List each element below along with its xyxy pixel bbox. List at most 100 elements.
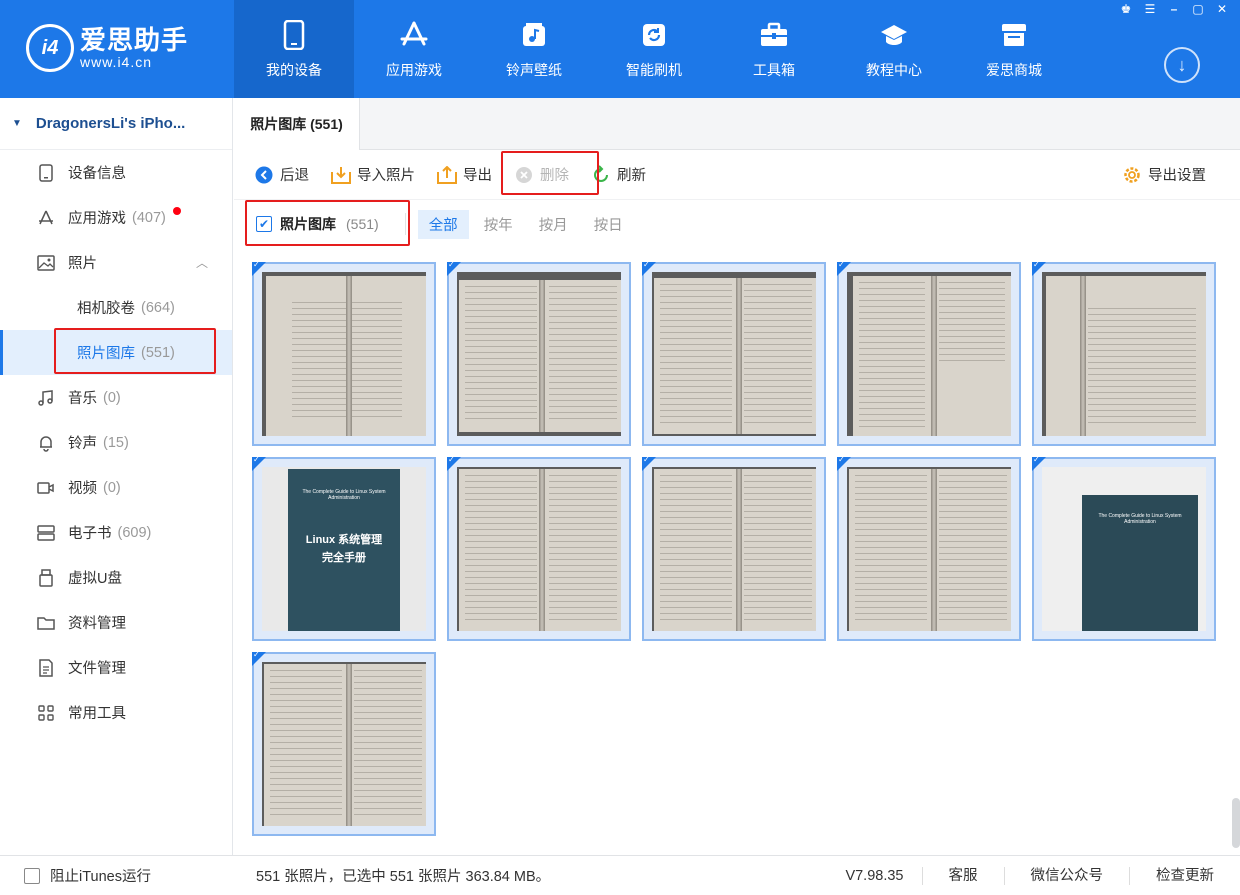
photo-thumbnail[interactable]: [447, 260, 631, 446]
graduation-cap-icon: [877, 18, 911, 52]
photo-thumbnail[interactable]: [447, 455, 631, 641]
status-bar: 阻止iTunes运行 551 张照片，已选中 551 张照片 363.84 MB…: [0, 855, 1240, 895]
filter-tab-all[interactable]: 全部: [417, 209, 469, 239]
nav-my-device[interactable]: 我的设备: [234, 0, 354, 98]
export-button[interactable]: 导出: [437, 164, 492, 185]
skin-icon[interactable]: ♚: [1118, 2, 1134, 16]
sidebar-item-camera-roll[interactable]: 相机胶卷 (664): [0, 285, 232, 330]
sidebar-item-data-management[interactable]: 资料管理: [0, 600, 232, 645]
back-label: 后退: [280, 168, 309, 184]
bell-icon: [36, 433, 56, 453]
sidebar-item-ebooks[interactable]: 电子书 (609): [0, 510, 232, 555]
sidebar-item-file-management[interactable]: 文件管理: [0, 645, 232, 690]
book-cn-title-1: Linux 系统管理: [305, 534, 383, 546]
sidebar-item-virtual-u-disk[interactable]: 虚拟U盘: [0, 555, 232, 600]
photo-thumbnail[interactable]: [252, 650, 436, 836]
nav-shop[interactable]: 爱思商城: [954, 0, 1074, 98]
logo-name: 爱思助手: [80, 25, 189, 55]
nav-smart-flash[interactable]: 智能刷机: [594, 0, 714, 98]
window-controls: ♚ ☰ – ▢ ✕: [1118, 2, 1230, 16]
photo-thumbnail[interactable]: [642, 455, 826, 641]
version-label: V7.98.35: [845, 867, 904, 884]
app-header: i4 爱思助手 www.i4.cn 我的设备 应用游戏 铃声壁纸 智能刷机 工具…: [0, 0, 1240, 98]
import-photos-button[interactable]: 导入照片: [331, 164, 415, 185]
block-itunes-label: 阻止iTunes运行: [50, 869, 151, 885]
block-itunes-checkbox[interactable]: [24, 867, 40, 884]
sidebar-item-ringtones[interactable]: 铃声 (15): [0, 420, 232, 465]
filter-tab-by-month[interactable]: 按月: [528, 210, 579, 239]
sidebar-label: 视频: [68, 481, 97, 497]
nav-label: 爱思商城: [986, 62, 1042, 78]
sidebar-item-common-tools[interactable]: 常用工具: [0, 690, 232, 735]
photo-thumbnail[interactable]: [642, 260, 826, 446]
close-icon[interactable]: ✕: [1214, 2, 1230, 16]
filter-tab-by-year[interactable]: 按年: [473, 210, 524, 239]
device-name: DragonersLi's iPho...: [35, 115, 186, 132]
photo-grid: The Complete Guide to Linux System Admin…: [252, 260, 1222, 852]
nav-toolbox[interactable]: 工具箱: [714, 0, 834, 98]
photo-thumbnail[interactable]: [252, 260, 436, 446]
sidebar-item-device-info[interactable]: 设备信息: [0, 150, 232, 195]
album-name: 照片图库: [280, 216, 336, 232]
export-settings-label: 导出设置: [1148, 168, 1206, 184]
book-cn-title-2: 完全手册: [322, 552, 366, 564]
usb-drive-icon: [36, 568, 56, 588]
delete-button[interactable]: 删除: [514, 164, 569, 185]
photo-thumbnail[interactable]: [837, 455, 1021, 641]
device-selector[interactable]: ▼ DragonersLi's iPho...: [0, 98, 232, 150]
nav-apps-games[interactable]: 应用游戏: [354, 0, 474, 98]
sidebar-item-music[interactable]: 音乐 (0): [0, 375, 232, 420]
import-icon: [331, 165, 351, 185]
check-update-link[interactable]: 检查更新: [1129, 866, 1240, 885]
sidebar-item-photos[interactable]: 照片 ︿: [0, 240, 232, 285]
sidebar-item-videos[interactable]: 视频 (0): [0, 465, 232, 510]
sidebar-label: 铃声: [68, 436, 97, 452]
export-settings-button[interactable]: 导出设置: [1122, 164, 1206, 185]
caret-down-icon: ▼: [12, 118, 22, 129]
grid-icon: [36, 703, 56, 723]
nav-tutorial-center[interactable]: 教程中心: [834, 0, 954, 98]
customer-service-link[interactable]: 客服: [921, 866, 1004, 885]
photo-thumbnail[interactable]: The Complete Guide to Linux System Admin…: [1032, 455, 1216, 641]
maximize-icon[interactable]: ▢: [1190, 2, 1206, 16]
scrollbar[interactable]: [1232, 798, 1240, 848]
back-button[interactable]: 后退: [254, 164, 309, 185]
refresh-button[interactable]: 刷新: [591, 164, 646, 185]
photo-thumbnail[interactable]: [837, 260, 1021, 446]
nav-ringtones-wallpapers[interactable]: 铃声壁纸: [474, 0, 594, 98]
toolbar: 后退 导入照片 导出 删除 刷新 导出设置: [234, 150, 1240, 200]
menu-icon[interactable]: ☰: [1142, 2, 1158, 16]
download-icon[interactable]: ↓: [1164, 47, 1200, 83]
select-all-checkbox[interactable]: ✔: [256, 216, 272, 232]
app-store-icon: [397, 18, 431, 52]
music-wallpaper-icon: [517, 18, 551, 52]
sidebar-item-apps[interactable]: 应用游戏 (407): [0, 195, 232, 240]
phone-icon: [277, 18, 311, 52]
wechat-link[interactable]: 微信公众号: [1003, 866, 1130, 885]
photo-thumbnail[interactable]: [1032, 260, 1216, 446]
book-en-title-2: The Complete Guide to Linux System Admin…: [1098, 513, 1182, 525]
video-icon: [36, 478, 56, 498]
sidebar-label: 照片: [68, 256, 97, 272]
sidebar-count: (0): [103, 389, 121, 406]
minimize-icon[interactable]: –: [1166, 2, 1182, 16]
block-itunes-toggle[interactable]: 阻止iTunes运行: [0, 865, 256, 886]
album-count: (551): [346, 216, 379, 232]
photo-thumbnail[interactable]: The Complete Guide to Linux System Admin…: [252, 455, 436, 641]
folder-icon: [36, 613, 56, 633]
book-en-title: The Complete Guide to Linux System Admin…: [302, 489, 386, 501]
sidebar-label: 资料管理: [68, 616, 126, 632]
refresh-label: 刷新: [617, 168, 646, 184]
notification-dot: [173, 207, 181, 215]
main-nav: 我的设备 应用游戏 铃声壁纸 智能刷机 工具箱 教程中心 爱思商城: [234, 0, 1074, 98]
sidebar: ▼ DragonersLi's iPho... 设备信息 应用游戏 (407) …: [0, 98, 233, 855]
tab-bar: 照片图库 (551): [234, 98, 1240, 150]
nav-label: 我的设备: [266, 62, 322, 78]
sidebar-item-photo-library[interactable]: 照片图库 (551): [0, 330, 232, 375]
tab-photo-library[interactable]: 照片图库 (551): [234, 98, 360, 150]
i4-logo-icon: i4: [26, 24, 74, 72]
chevron-up-icon: ︿: [196, 256, 209, 270]
apps-icon: [36, 208, 56, 228]
flash-icon: [637, 18, 671, 52]
filter-tab-by-day[interactable]: 按日: [583, 210, 634, 239]
